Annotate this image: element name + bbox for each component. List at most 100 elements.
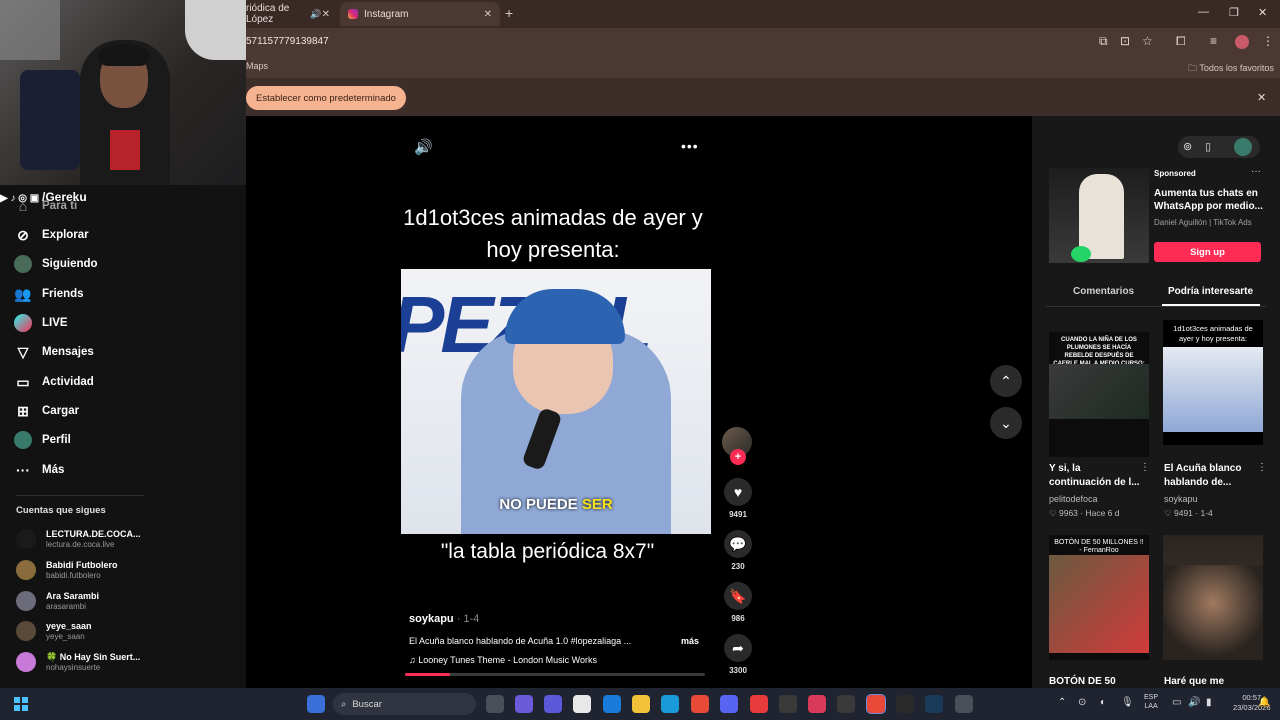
sidebar-item-explorar[interactable]: ⊘ Explorar xyxy=(14,223,89,247)
store-icon[interactable] xyxy=(573,695,591,713)
video-title[interactable]: El Acuña blanco hablando de... xyxy=(1164,462,1256,490)
video-frame[interactable]: PEZ AL xyxy=(401,269,711,534)
video-title[interactable]: Y si, la continuación de l... xyxy=(1049,462,1141,490)
video-author[interactable]: pelitodefoca xyxy=(1049,494,1098,504)
bookmark-star-icon[interactable]: ☆ xyxy=(1142,34,1153,48)
more-link[interactable]: más xyxy=(681,636,699,646)
video-title[interactable]: Haré que me xyxy=(1164,675,1256,689)
start-icon[interactable] xyxy=(14,697,28,711)
comment-button[interactable]: 💬 230 xyxy=(722,530,754,571)
translate-icon[interactable]: ⧉ xyxy=(1099,34,1108,49)
video-thumbnail[interactable]: 1d1ot3ces animadas de ayer y hoy present… xyxy=(1163,320,1263,445)
url-field[interactable]: 571157779139847 xyxy=(246,36,329,47)
video-author[interactable]: soykapu · 1-4 xyxy=(409,613,479,625)
reading-list-icon[interactable]: ≡ xyxy=(1210,34,1217,48)
all-bookmarks[interactable]: 🗀 Todos los favoritos xyxy=(1188,61,1274,77)
outlook-icon[interactable] xyxy=(603,695,621,713)
close-tab-icon[interactable]: ✕ xyxy=(484,9,492,20)
app-icon[interactable] xyxy=(808,695,826,713)
video-more-icon[interactable]: ⋮ xyxy=(1257,462,1267,473)
progress-bar[interactable] xyxy=(405,673,705,676)
previous-video-button[interactable]: ⌃ xyxy=(990,365,1022,397)
copilot-icon[interactable] xyxy=(515,695,533,713)
video-author[interactable]: soykapu xyxy=(1164,494,1198,504)
edge-icon[interactable] xyxy=(661,695,679,713)
followed-account[interactable]: yeye_saan yeye_saan xyxy=(16,617,92,645)
share-button[interactable]: ➦ 3300 xyxy=(722,634,754,675)
extensions-icon[interactable]: ⧠ xyxy=(1176,34,1186,49)
tab-instagram[interactable]: Instagram ✕ xyxy=(340,2,500,26)
discord-icon[interactable] xyxy=(720,695,738,713)
sidebar-item-actividad[interactable]: ▭ Actividad xyxy=(14,370,93,394)
follow-button[interactable]: + xyxy=(730,449,746,465)
next-video-button[interactable]: ⌄ xyxy=(990,407,1022,439)
signup-button[interactable]: Sign up xyxy=(1154,242,1261,262)
video-more-icon[interactable]: ⋮ xyxy=(1140,462,1150,473)
user-avatar[interactable] xyxy=(1234,138,1252,156)
video-thumbnail[interactable]: CUANDO LA NIÑA DE LOS PLUMONES SE HACÍA … xyxy=(1049,332,1149,457)
taskbar-search[interactable]: ⌕ Buscar xyxy=(333,693,476,715)
coin-icon[interactable]: ⊚ xyxy=(1183,140,1192,153)
save-button[interactable]: 🔖 986 xyxy=(722,582,754,623)
followed-account[interactable]: Babidi Futbolero babidi.futbolero xyxy=(16,556,118,584)
file-explorer-icon[interactable] xyxy=(632,695,650,713)
obs-icon[interactable] xyxy=(779,695,797,713)
sidebar-item-para-ti[interactable]: ⌂ Para ti xyxy=(14,194,77,218)
notifications-icon[interactable]: 🔔 xyxy=(1258,697,1270,708)
close-window-button[interactable]: ✕ xyxy=(1258,6,1267,19)
language-indicator[interactable]: ESP LAA xyxy=(1144,693,1158,711)
restore-button[interactable]: ❐ xyxy=(1229,6,1239,19)
task-view-icon[interactable] xyxy=(486,695,504,713)
followed-account[interactable]: 🍀 No Hay Sin Suert... nohaysinsuerte xyxy=(16,648,140,676)
volume-icon[interactable]: 🔊 xyxy=(414,138,433,156)
network-icon[interactable]: ▭ xyxy=(1172,697,1181,708)
ad-title[interactable]: Aumenta tus chats en WhatsApp por medio.… xyxy=(1154,187,1270,213)
followed-account[interactable]: Ara Sarambi arasarambi xyxy=(16,587,99,615)
sidebar-item-cargar[interactable]: ⊞ Cargar xyxy=(14,399,79,423)
tab-interesting[interactable]: Podría interesarte xyxy=(1168,286,1253,297)
video-title[interactable]: BOTÓN DE 50 xyxy=(1049,675,1141,689)
app2-icon[interactable] xyxy=(955,695,973,713)
microphone-icon[interactable]: 🎙 xyxy=(1121,697,1134,708)
video-thumbnail[interactable] xyxy=(1163,535,1263,660)
capcut-icon[interactable] xyxy=(837,695,855,713)
minimize-button[interactable]: — xyxy=(1198,6,1209,18)
steam-icon[interactable] xyxy=(925,695,943,713)
video-thumbnail[interactable]: BOTÓN DE 50 MILLONES !! - FernanRoo xyxy=(1049,535,1149,660)
more-options-icon[interactable]: ••• xyxy=(681,138,699,154)
tab-lopez[interactable]: riódica de López 🔊 ✕ xyxy=(246,0,338,28)
like-button[interactable]: ♥ 9491 xyxy=(722,478,754,519)
tray-expand-icon[interactable]: ⌃ xyxy=(1058,697,1066,708)
sidebar-item-friends[interactable]: 👥 Friends xyxy=(14,282,83,306)
capcut2-icon[interactable] xyxy=(896,695,914,713)
followed-account[interactable]: LECTURA.DE.COCA... lectura.de.coca.live xyxy=(16,525,141,553)
tray-app-icon[interactable]: ⊙ xyxy=(1078,697,1086,708)
new-tab-button[interactable]: + xyxy=(505,5,513,21)
volume-tray-icon[interactable]: 🔊 xyxy=(1188,697,1200,708)
tray-app2-icon[interactable]: ◐ xyxy=(1100,697,1106,708)
ad-more-icon[interactable]: ··· xyxy=(1251,166,1261,177)
close-infobar-icon[interactable]: ✕ xyxy=(1257,91,1266,104)
close-tab-icon[interactable]: ✕ xyxy=(322,9,330,20)
music-track[interactable]: ♫ Looney Tunes Theme - London Music Work… xyxy=(409,655,597,665)
battery-icon[interactable]: ▮ xyxy=(1206,697,1212,708)
install-icon[interactable]: ⊡ xyxy=(1120,34,1130,48)
profile-avatar[interactable] xyxy=(1235,35,1249,49)
windows-start-button[interactable] xyxy=(307,695,325,713)
device-icon[interactable]: ▯ xyxy=(1205,140,1211,153)
set-default-button[interactable]: Establecer como predeterminado xyxy=(246,86,406,110)
bookmark-maps[interactable]: Maps xyxy=(246,61,268,71)
sidebar-item-perfil[interactable]: Perfil xyxy=(14,428,71,452)
chrome-active-icon[interactable] xyxy=(866,694,886,714)
avatar xyxy=(16,529,36,549)
sidebar-item-mas[interactable]: ··· Más xyxy=(14,458,64,482)
tab-comments[interactable]: Comentarios xyxy=(1073,286,1134,297)
menu-icon[interactable]: ⋮ xyxy=(1262,34,1274,48)
teams-icon[interactable] xyxy=(544,695,562,713)
sidebar-item-live[interactable]: LIVE xyxy=(14,311,68,335)
sidebar-item-siguiendo[interactable]: Siguiendo xyxy=(14,252,98,276)
chrome-icon[interactable] xyxy=(691,695,709,713)
ad-thumbnail[interactable] xyxy=(1049,168,1149,263)
sidebar-item-mensajes[interactable]: ▽ Mensajes xyxy=(14,340,94,364)
youtube-icon[interactable] xyxy=(750,695,768,713)
